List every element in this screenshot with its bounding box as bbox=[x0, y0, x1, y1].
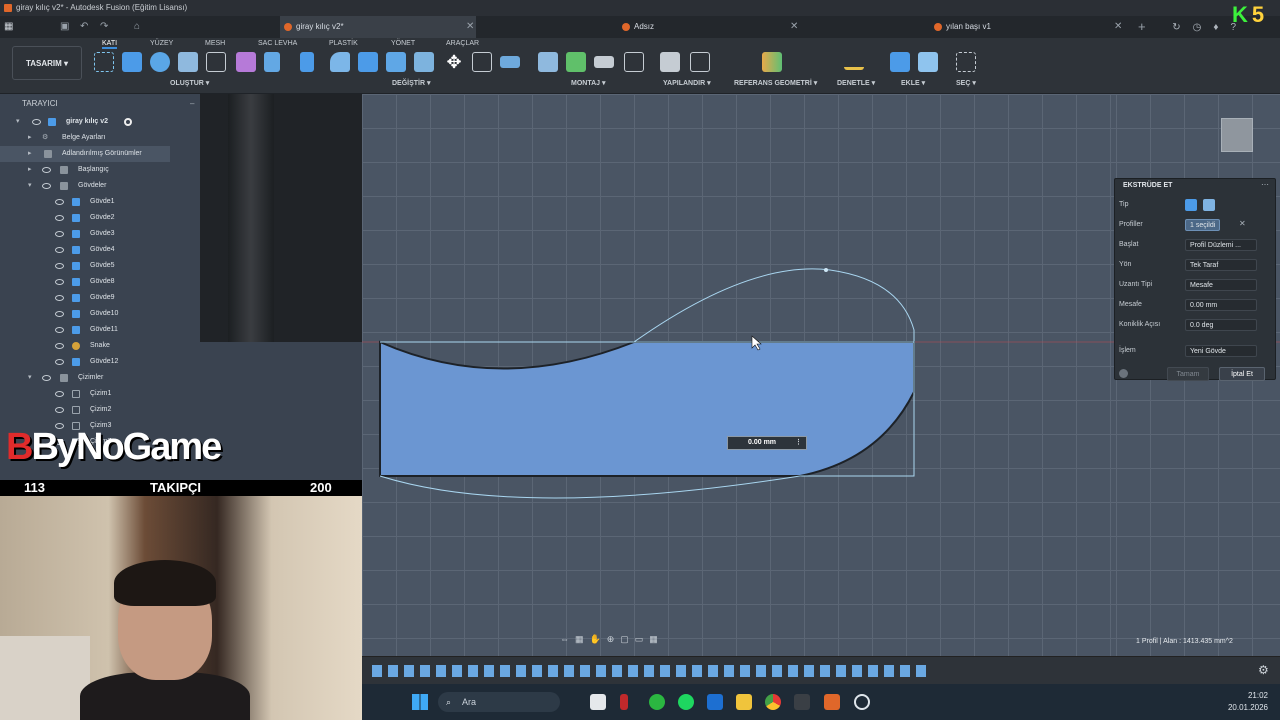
ok-button[interactable]: Tamam bbox=[1167, 367, 1209, 381]
whatsapp-icon[interactable] bbox=[649, 694, 665, 710]
row-mesafe: Mesafe 0.00 mm bbox=[1119, 297, 1275, 313]
row-uzanti-tipi: Uzantı Tipi Mesafe bbox=[1119, 277, 1275, 293]
dialog-menu-icon[interactable]: ⋯ bbox=[1261, 180, 1269, 189]
type-solid-icon[interactable] bbox=[1185, 199, 1197, 211]
file-explorer-icon[interactable] bbox=[736, 694, 752, 710]
mail-icon[interactable] bbox=[707, 694, 723, 710]
row-profiller: Profiller 1 seçildi ✕ bbox=[1119, 219, 1246, 231]
selected-profile[interactable] bbox=[379, 340, 915, 477]
webcam-overlay bbox=[0, 496, 362, 720]
clock-time: 21:02 bbox=[1247, 691, 1268, 700]
chrome-icon[interactable] bbox=[765, 694, 781, 710]
row-baslat: Başlat Profil Düzlemi ... bbox=[1119, 237, 1275, 253]
task-view-icon[interactable] bbox=[590, 694, 606, 710]
search-icon: ⌕ bbox=[446, 697, 452, 707]
row-islem: İşlem Yeni Gövde bbox=[1119, 343, 1275, 359]
windows-taskbar: ⌕ Ara 21:02 20.01.2026 bbox=[362, 684, 1280, 720]
taper-angle-field[interactable]: 0.0 deg bbox=[1185, 319, 1257, 331]
info-icon[interactable] bbox=[1119, 369, 1128, 378]
follower-goal-bar: 113 TAKIPÇI 200 bbox=[0, 480, 362, 496]
start-icon[interactable] bbox=[412, 694, 428, 710]
profiles-selection[interactable]: 1 seçildi bbox=[1185, 219, 1221, 231]
distance-field[interactable]: 0.00 mm bbox=[1185, 299, 1257, 311]
spotify-icon[interactable] bbox=[678, 694, 694, 710]
timeline-steps[interactable] bbox=[372, 665, 932, 677]
row-koniklik: Koniklik Açısı 0.0 deg bbox=[1119, 317, 1275, 333]
start-select[interactable]: Profil Düzlemi ... bbox=[1185, 239, 1257, 251]
app-icon[interactable] bbox=[854, 694, 870, 710]
taskbar-search[interactable]: ⌕ Ara bbox=[438, 692, 560, 712]
stream-brand-logo: BByNoGame bbox=[6, 426, 222, 468]
pin-app-icon[interactable] bbox=[620, 694, 628, 710]
settings-gear-icon[interactable]: ⚙ bbox=[1258, 663, 1269, 677]
sketch-curve-bottom bbox=[379, 475, 801, 499]
webcam-sofa bbox=[0, 636, 90, 720]
row-tip: Tip bbox=[1119, 197, 1275, 213]
operation-select[interactable]: Yeni Gövde bbox=[1185, 345, 1257, 357]
status-text: 1 Profil | Alan : 1413.435 mm^2 bbox=[1136, 638, 1233, 645]
more-options-icon[interactable]: ⋮ bbox=[795, 437, 802, 449]
obs-icon[interactable] bbox=[794, 694, 810, 710]
clear-selection-icon[interactable]: ✕ bbox=[1239, 219, 1246, 228]
timeline-bar[interactable]: ⚙ bbox=[362, 656, 1280, 684]
distance-input[interactable]: 0.00 mm ⋮ bbox=[727, 436, 807, 450]
fusion-taskbar-icon[interactable] bbox=[824, 694, 840, 710]
extent-type-select[interactable]: Mesafe bbox=[1185, 279, 1257, 291]
sketch-point bbox=[824, 268, 828, 272]
type-thin-icon[interactable] bbox=[1203, 199, 1215, 211]
webcam-headphones bbox=[114, 560, 216, 606]
extrude-dialog: EKSTRÜDE ET ⋯ Tip Profiller 1 seçildi ✕ … bbox=[1114, 178, 1276, 381]
view-cube[interactable] bbox=[1221, 118, 1253, 152]
navigation-bar[interactable]: ⇔▦✋⊕▢▭▦ bbox=[560, 634, 720, 648]
row-yon: Yön Tek Taraf bbox=[1119, 257, 1275, 273]
system-tray[interactable]: 21:02 20.01.2026 bbox=[1228, 690, 1268, 714]
dialog-title: EKSTRÜDE ET bbox=[1123, 182, 1173, 189]
clock-date: 20.01.2026 bbox=[1227, 703, 1268, 712]
cancel-button[interactable]: İptal Et bbox=[1219, 367, 1265, 381]
direction-select[interactable]: Tek Taraf bbox=[1185, 259, 1257, 271]
